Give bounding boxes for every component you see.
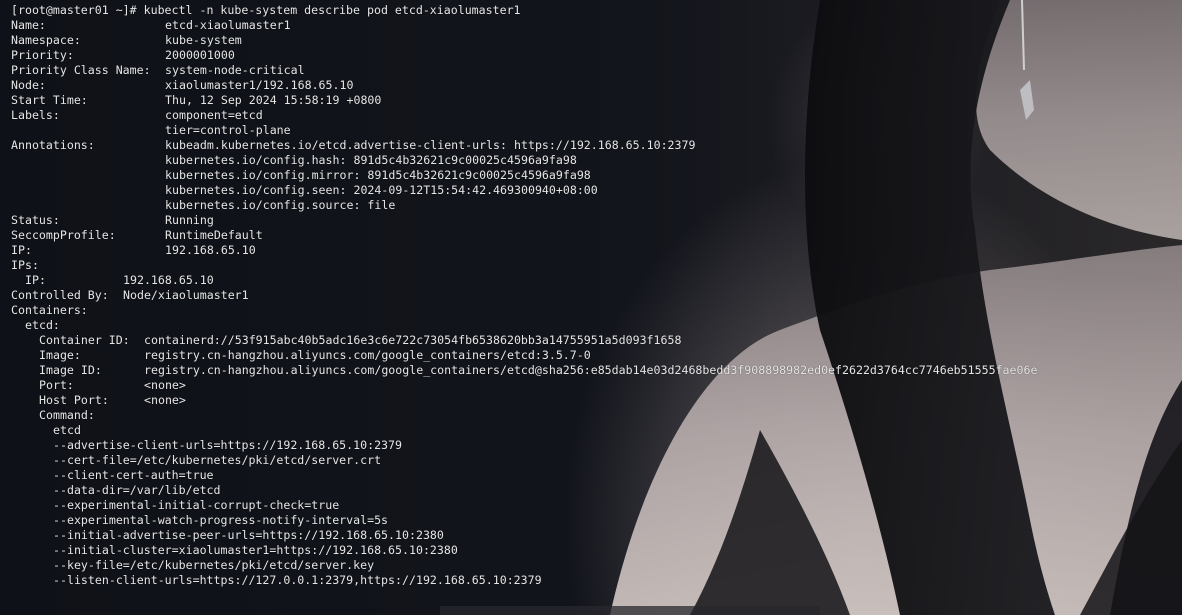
container-field: Port: <none> xyxy=(11,378,1037,393)
field-value: kubernetes.io/config.hash: 891d5c4b32621… xyxy=(165,153,577,167)
command-line: --experimental-initial-corrupt-check=tru… xyxy=(53,498,340,512)
field-value: etcd-xiaolumaster1 xyxy=(165,18,291,32)
field-label: Namespace: xyxy=(11,33,81,47)
field-label: IP: xyxy=(25,273,46,287)
field-annotations-cont: kubernetes.io/config.seen: 2024-09-12T15… xyxy=(11,183,1037,198)
field-priority: Priority: 2000001000 xyxy=(11,48,1037,63)
field-annotations: Annotations: kubeadm.kubernetes.io/etcd.a… xyxy=(11,138,1037,153)
container-field: Image ID: registry.cn-hangzhou.aliyuncs.c… xyxy=(11,363,1037,378)
field-value: kubernetes.io/config.source: file xyxy=(165,198,396,212)
field-value: containerd://53f915abc40b5adc16e3c6e722c… xyxy=(144,333,682,347)
terminal-output[interactable]: [root@master01 ~]# kubectl -n kube-syste… xyxy=(11,3,1037,588)
field-annotations-cont: kubernetes.io/config.mirror: 891d5c4b326… xyxy=(11,168,1037,183)
field-namespace: Namespace: kube-system xyxy=(11,33,1037,48)
field-value: Running xyxy=(165,213,214,227)
command-label: Command: xyxy=(39,408,95,422)
field-controlled-by: Controlled By: Node/xiaolumaster1 xyxy=(11,288,1037,303)
field-value: RuntimeDefault xyxy=(165,228,263,242)
field-value: xiaolumaster1/192.168.65.10 xyxy=(165,78,354,92)
field-node: Node: xiaolumaster1/192.168.65.10 xyxy=(11,78,1037,93)
field-containers: Containers: xyxy=(11,303,88,317)
field-value: registry.cn-hangzhou.aliyuncs.com/google… xyxy=(144,363,1038,377)
field-value: component=etcd xyxy=(165,108,263,122)
field-label: Name: xyxy=(11,18,46,32)
field-labels: Labels: component=etcd xyxy=(11,108,1037,123)
field-value: Node/xiaolumaster1 xyxy=(123,288,249,302)
field-value: kube-system xyxy=(165,33,242,47)
field-status: Status: Running xyxy=(11,213,1037,228)
field-label: Port: xyxy=(39,378,74,392)
field-label: Priority: xyxy=(11,48,74,62)
command-line: --advertise-client-urls=https://192.168.… xyxy=(53,438,403,452)
command-line: etcd xyxy=(53,423,81,437)
field-annotations-cont: kubernetes.io/config.hash: 891d5c4b32621… xyxy=(11,153,1037,168)
field-label: Priority Class Name: xyxy=(11,63,151,77)
command-line: --initial-cluster=xiaolumaster1=https://… xyxy=(53,543,458,557)
field-value: 192.168.65.10 xyxy=(165,243,256,257)
bottom-status-bar xyxy=(440,606,820,615)
container-field: Image: registry.cn-hangzhou.aliyuncs.com/… xyxy=(11,348,1037,363)
container-field: Container ID: containerd://53f915abc40b5a… xyxy=(11,333,1037,348)
field-start-time: Start Time: Thu, 12 Sep 2024 15:58:19 +08… xyxy=(11,93,1037,108)
field-value: kubeadm.kubernetes.io/etcd.advertise-cli… xyxy=(165,138,696,152)
field-label: Status: xyxy=(11,213,60,227)
field-ip: IP: 192.168.65.10 xyxy=(11,243,1037,258)
field-label: Image: xyxy=(39,348,81,362)
field-label: Host Port: xyxy=(39,393,109,407)
field-label: Image ID: xyxy=(39,363,102,377)
field-ips-ip: IP: 192.168.65.10 xyxy=(11,273,1037,288)
field-label: IP: xyxy=(11,243,32,257)
field-label: Annotations: xyxy=(11,138,95,152)
field-labels-cont: tier=control-plane xyxy=(11,123,1037,138)
command-line: --listen-client-urls=https://127.0.0.1:2… xyxy=(53,573,542,587)
field-value: kubernetes.io/config.mirror: 891d5c4b326… xyxy=(165,168,591,182)
field-ips: IPs: xyxy=(11,258,39,272)
field-name: Name: etcd-xiaolumaster1 xyxy=(11,18,1037,33)
field-label: Container ID: xyxy=(39,333,130,347)
container-field: Host Port: <none> xyxy=(11,393,1037,408)
command-line: --experimental-watch-progress-notify-int… xyxy=(53,513,389,527)
field-value: system-node-critical xyxy=(165,63,305,77)
field-value: Thu, 12 Sep 2024 15:58:19 +0800 xyxy=(165,93,382,107)
field-value: 2000001000 xyxy=(165,48,235,62)
field-value: tier=control-plane xyxy=(165,123,291,137)
field-value: <none> xyxy=(144,393,186,407)
field-value: 192.168.65.10 xyxy=(123,273,214,287)
command-prompt: [root@master01 ~]# kubectl -n kube-syste… xyxy=(11,3,521,17)
command-line: --cert-file=/etc/kubernetes/pki/etcd/ser… xyxy=(53,453,382,467)
field-label: SeccompProfile: xyxy=(11,228,116,242)
field-priority-class: Priority Class Name: system-node-critical xyxy=(11,63,1037,78)
command-line: --client-cert-auth=true xyxy=(53,468,214,482)
container-name: etcd: xyxy=(25,318,60,332)
field-value: kubernetes.io/config.seen: 2024-09-12T15… xyxy=(165,183,598,197)
field-label: Controlled By: xyxy=(11,288,109,302)
command-line: --initial-advertise-peer-urls=https://19… xyxy=(53,528,444,542)
command-line: --key-file=/etc/kubernetes/pki/etcd/serv… xyxy=(53,558,375,572)
field-value: <none> xyxy=(144,378,186,392)
field-value: registry.cn-hangzhou.aliyuncs.com/google… xyxy=(144,348,591,362)
field-label: Start Time: xyxy=(11,93,88,107)
field-label: Labels: xyxy=(11,108,60,122)
field-annotations-cont: kubernetes.io/config.source: file xyxy=(11,198,1037,213)
command-line: --data-dir=/var/lib/etcd xyxy=(53,483,221,497)
terminal-window[interactable]: [root@master01 ~]# kubectl -n kube-syste… xyxy=(0,0,1182,615)
field-seccomp: SeccompProfile: RuntimeDefault xyxy=(11,228,1037,243)
field-label: Node: xyxy=(11,78,46,92)
